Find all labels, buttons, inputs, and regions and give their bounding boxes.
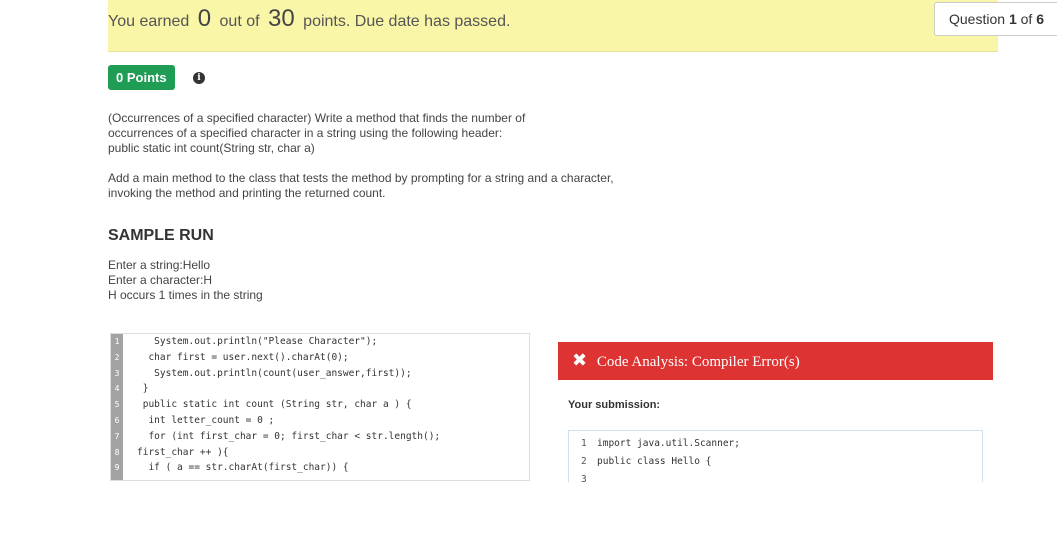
submission-line: 3 [569, 471, 982, 482]
submission-code: import java.util.Scanner; [597, 438, 740, 449]
submission-code: public class Hello { [597, 456, 712, 467]
line-number: 7 [114, 431, 120, 441]
code-line: System.out.println(count(user_answer,fir… [137, 367, 412, 379]
info-icon[interactable]: i [193, 72, 205, 84]
score-earned: 0 [197, 5, 212, 32]
sample-run-title: SAMPLE RUN [108, 227, 214, 244]
submission-code-box: 1 import java.util.Scanner; 2 public class… [568, 430, 983, 482]
submission-line-number: 1 [581, 438, 587, 449]
question-select[interactable]: Question 1 of 6 [934, 2, 1057, 36]
your-submission-label: Your submission: [568, 399, 661, 411]
compiler-error-label: Code Analysis: Compiler Error(s) [596, 354, 800, 370]
sample-line: Enter a string:Hello [108, 258, 211, 272]
code-line: public static int count (String str, cha… [137, 399, 412, 411]
score-total: 30 [268, 5, 295, 32]
submission-line: 1 import java.util.Scanner; [569, 435, 982, 453]
question-prefix: Question [949, 11, 1006, 27]
line-number: 6 [114, 415, 120, 425]
line-number: 9 [114, 463, 120, 473]
score-middle: out of [219, 13, 260, 30]
sample-line: Enter a character:H [108, 273, 213, 287]
question-total: 6 [1036, 11, 1044, 27]
score-text: You earned 0 out of 30 points. Due date … [108, 5, 510, 33]
line-number: 1 [114, 337, 120, 346]
line-number: 4 [114, 384, 120, 394]
line-number: 2 [114, 352, 120, 362]
score-suffix: points. Due date has passed. [303, 13, 511, 30]
description-paragraph-1: (Occurrences of a specified character) W… [108, 111, 526, 155]
submission-line-number: 2 [581, 456, 587, 467]
line-number: 5 [114, 400, 120, 410]
question-description: (Occurrences of a specified character) W… [108, 111, 688, 216]
code-line: first_char ++ ){ [137, 446, 229, 458]
score-banner: You earned 0 out of 30 points. Due date … [108, 0, 1057, 52]
question-current: 1 [1008, 11, 1017, 27]
code-line: System.out.println("Please Character"); [137, 336, 378, 347]
x-icon: ✖ [572, 350, 588, 371]
line-number: 8 [114, 447, 120, 457]
submission-line-number: 3 [581, 474, 587, 482]
submission-line: 2 public class Hello { [569, 453, 982, 471]
compiler-error-bar: ✖ Code Analysis: Compiler Error(s) [558, 342, 993, 380]
sample-run-output: Enter a string:Hello Enter a character:H… [108, 258, 263, 303]
description-paragraph-2: Add a main method to the class that test… [108, 171, 614, 200]
line-number: 3 [114, 368, 120, 378]
code-line: for (int first_char = 0; first_char < st… [137, 430, 441, 442]
sample-line: H occurs 1 times in the string [108, 288, 263, 302]
line-number-gutter: 1 2 3 4 5 6 7 8 9 [111, 334, 123, 480]
question-of: of [1020, 11, 1033, 27]
score-prefix: You earned [108, 13, 190, 30]
code-line: if ( a == str.charAt(first_char)) { [137, 462, 349, 474]
code-line: char first = user.next().charAt(0); [137, 351, 349, 363]
code-text[interactable]: System.out.println("Please Character"); … [137, 334, 440, 476]
code-line: } [137, 383, 149, 395]
points-badge: 0 Points [108, 65, 175, 90]
code-editor[interactable]: 1 2 3 4 5 6 7 8 9 System.out.println("Pl… [110, 333, 530, 481]
code-line: int letter_count = 0 ; [137, 414, 275, 426]
